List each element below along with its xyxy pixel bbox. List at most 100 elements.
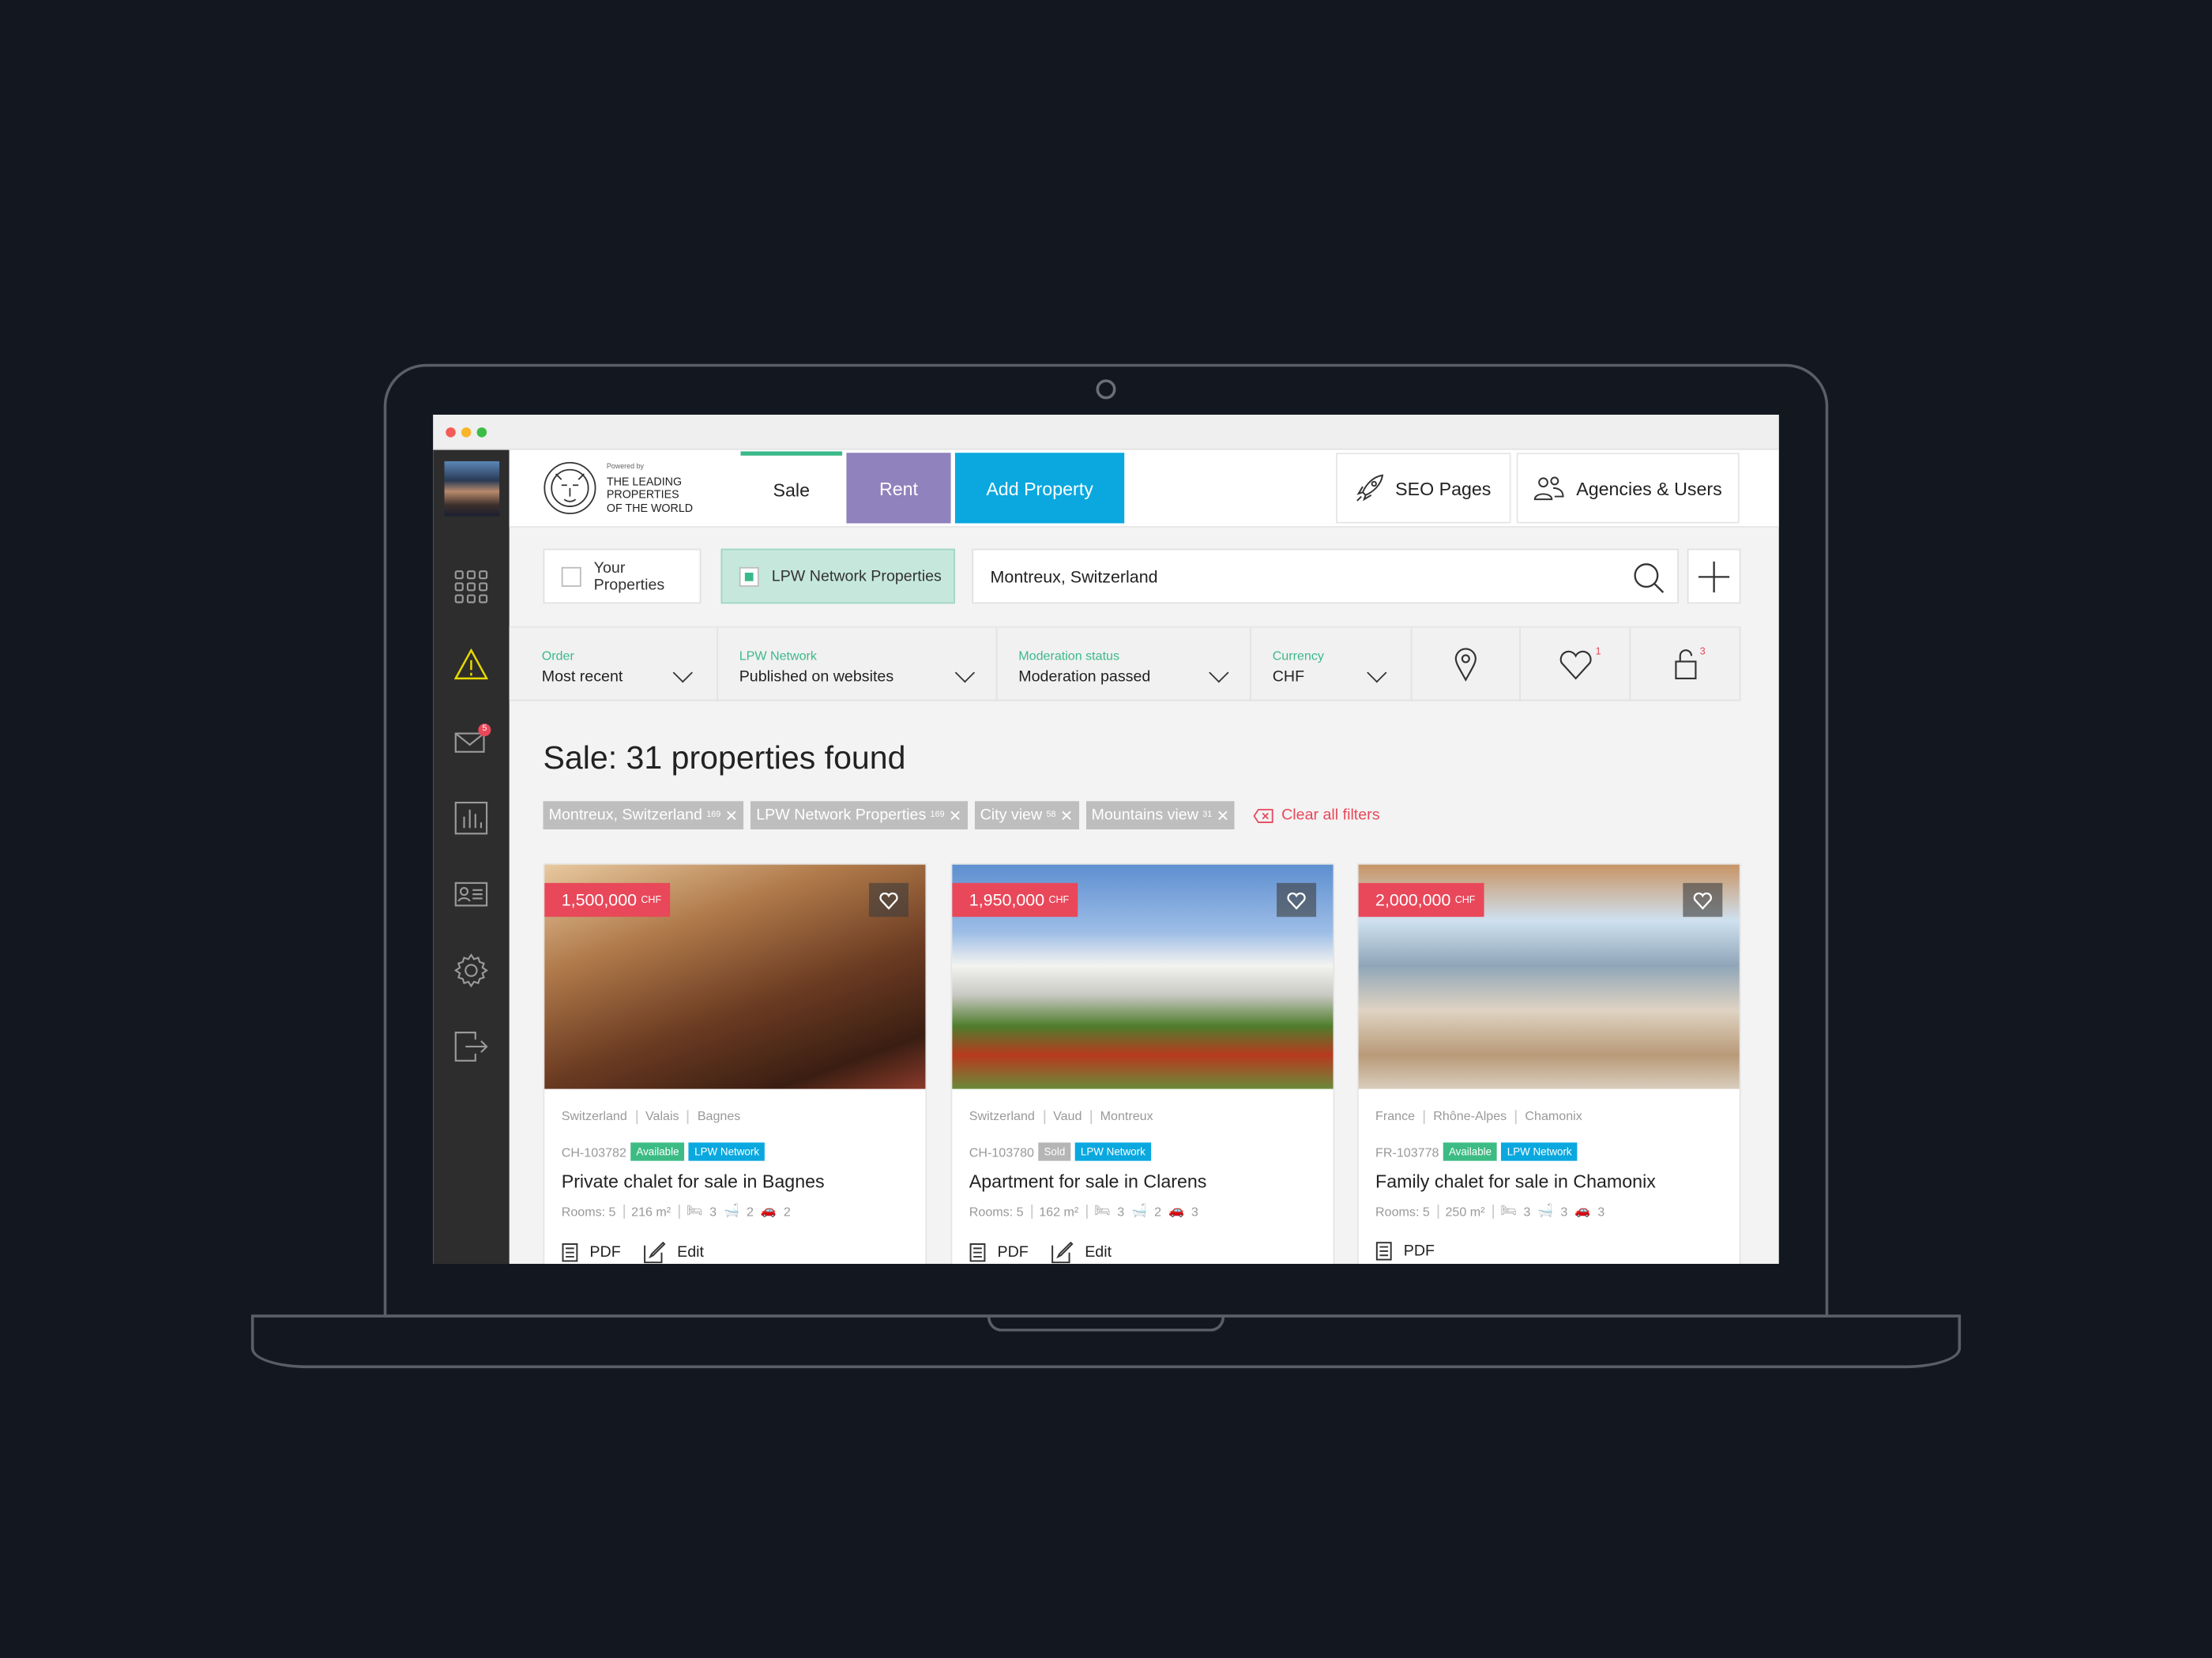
filter-chip[interactable]: Mountains view 31 ✕ bbox=[1085, 801, 1236, 829]
moderation-value: Moderation passed bbox=[1018, 668, 1151, 686]
filter-chip[interactable]: Montreux, Switzerland 169 ✕ bbox=[543, 801, 744, 829]
minimize-button[interactable] bbox=[461, 427, 472, 438]
title-bar bbox=[433, 414, 1779, 450]
pdf-icon bbox=[1375, 1242, 1392, 1261]
edit-icon bbox=[1051, 1241, 1074, 1264]
gear-icon[interactable] bbox=[453, 952, 489, 988]
bath-icon: 🛁 bbox=[724, 1203, 740, 1218]
order-label: Order bbox=[541, 649, 574, 664]
parking-icon: 🚗 bbox=[1574, 1203, 1591, 1218]
lpw-network-checkbox[interactable] bbox=[739, 566, 759, 586]
mail-badge: 5 bbox=[478, 724, 491, 737]
lpw-network-dropdown[interactable]: LPW Network Published on websites bbox=[718, 627, 998, 701]
heart-icon bbox=[1559, 650, 1591, 680]
add-filter-button[interactable] bbox=[1687, 548, 1741, 604]
chevron-down-icon bbox=[954, 663, 976, 683]
add-property-button[interactable]: Add Property bbox=[954, 453, 1125, 524]
logo-line: THE LEADING bbox=[606, 474, 683, 487]
pdf-button[interactable]: PDF bbox=[1375, 1241, 1435, 1261]
property-title[interactable]: Apartment for sale in Clarens bbox=[969, 1171, 1207, 1192]
loc2-text: Montreux bbox=[1100, 1108, 1153, 1123]
bed-icon: 🛏 bbox=[1500, 1203, 1517, 1218]
mail-icon[interactable]: 5 bbox=[453, 724, 491, 760]
price-badge: 1,500,000 CHF bbox=[544, 882, 670, 917]
stage: 5 Powered by THE LEADING PROPERTIES OF T… bbox=[0, 0, 2212, 1657]
logout-icon[interactable] bbox=[453, 1028, 489, 1065]
lpw-network-properties-toggle[interactable]: LPW Network Properties bbox=[720, 548, 955, 604]
your-properties-checkbox[interactable] bbox=[561, 566, 581, 586]
baths-text: 2 bbox=[746, 1204, 754, 1218]
chart-icon[interactable] bbox=[453, 799, 489, 836]
bath-icon: 🛁 bbox=[1131, 1203, 1148, 1218]
users-icon bbox=[1534, 476, 1565, 501]
locked-button[interactable]: 3 bbox=[1631, 627, 1741, 701]
price-text: 1,950,000 bbox=[969, 889, 1045, 910]
warning-icon[interactable] bbox=[453, 646, 489, 682]
filter-chip[interactable]: LPW Network Properties 169 ✕ bbox=[750, 801, 968, 829]
loc1-text: Valais bbox=[645, 1108, 679, 1123]
card-actions: PDF bbox=[1375, 1241, 1435, 1261]
card-actions: PDF Edit bbox=[562, 1241, 704, 1264]
your-properties-toggle[interactable]: Your Properties bbox=[543, 548, 702, 604]
maximize-button[interactable] bbox=[476, 427, 487, 438]
currency-text: CHF bbox=[1048, 895, 1070, 905]
price-badge: 1,950,000 CHF bbox=[952, 882, 1078, 917]
favorite-button[interactable] bbox=[1683, 882, 1723, 917]
favorites-count: 1 bbox=[1595, 647, 1601, 658]
agencies-users-button[interactable]: Agencies & Users bbox=[1516, 453, 1740, 524]
loc0-text: Switzerland bbox=[969, 1108, 1035, 1123]
order-dropdown[interactable]: Order Most recent bbox=[510, 627, 718, 701]
property-card[interactable]: 2,000,000 CHF France Rhône-Alpes Chamonix F… bbox=[1356, 863, 1741, 1264]
pdf-button[interactable]: PDF bbox=[969, 1241, 1029, 1264]
clear-all-filters-button[interactable]: Clear all filters bbox=[1253, 806, 1380, 824]
parking-icon: 🚗 bbox=[1168, 1203, 1184, 1218]
search-input[interactable]: Montreux, Switzerland bbox=[972, 548, 1679, 604]
property-title[interactable]: Private chalet for sale in Bagnes bbox=[562, 1171, 825, 1192]
favorite-button[interactable] bbox=[868, 882, 908, 917]
logo[interactable]: Powered by THE LEADING PROPERTIES OF THE… bbox=[542, 460, 693, 516]
chip-count: 58 bbox=[1046, 810, 1056, 820]
favorites-button[interactable]: 1 bbox=[1521, 627, 1631, 701]
property-title[interactable]: Family chalet for sale in Chamonix bbox=[1375, 1171, 1656, 1192]
search-value: Montreux, Switzerland bbox=[990, 566, 1158, 586]
chip-count: 31 bbox=[1202, 810, 1213, 820]
pdf-button[interactable]: PDF bbox=[562, 1241, 621, 1264]
location-breadcrumb: Switzerland Vaud Montreux bbox=[969, 1109, 1153, 1124]
favorite-button[interactable] bbox=[1277, 882, 1317, 917]
edit-button[interactable]: Edit bbox=[1051, 1241, 1112, 1264]
price-text: 1,500,000 bbox=[561, 889, 638, 910]
moderation-status-dropdown[interactable]: Moderation status Moderation passed bbox=[997, 627, 1251, 701]
grid-icon[interactable] bbox=[453, 569, 489, 605]
price-badge: 2,000,000 CHF bbox=[1358, 882, 1484, 917]
search-icon[interactable] bbox=[1632, 562, 1666, 596]
card-actions: PDF Edit bbox=[969, 1241, 1112, 1264]
property-ref-row: FR-103778 Available LPW Network bbox=[1375, 1142, 1578, 1161]
close-icon[interactable]: ✕ bbox=[949, 806, 961, 824]
heart-icon bbox=[1693, 891, 1712, 909]
property-card[interactable]: 1,950,000 CHF Switzerland Vaud Montreux CH-… bbox=[950, 863, 1335, 1264]
agencies-users-label: Agencies & Users bbox=[1576, 477, 1722, 499]
chip-count: 169 bbox=[706, 810, 721, 820]
seo-pages-button[interactable]: SEO Pages bbox=[1336, 453, 1511, 524]
tab-sale[interactable]: Sale bbox=[740, 451, 843, 525]
close-icon[interactable]: ✕ bbox=[1217, 806, 1229, 824]
property-ref-row: CH-103780 Sold LPW Network bbox=[969, 1142, 1151, 1161]
contact-card-icon[interactable] bbox=[453, 876, 489, 912]
map-view-button[interactable] bbox=[1412, 627, 1521, 701]
close-button[interactable] bbox=[446, 427, 456, 438]
filter-chip[interactable]: City view 58 ✕ bbox=[974, 801, 1079, 829]
property-specs: Rooms: 5 162 m² 🛏 3 🛁 2 🚗 3 bbox=[969, 1203, 1198, 1219]
area-text: 250 m² bbox=[1445, 1204, 1485, 1218]
ref-number: FR-103778 bbox=[1375, 1145, 1439, 1159]
chip-label: City view bbox=[980, 806, 1043, 824]
currency-dropdown[interactable]: Currency CHF bbox=[1251, 627, 1413, 701]
close-icon[interactable]: ✕ bbox=[1060, 806, 1073, 824]
property-card[interactable]: 1,500,000 CHF Switzerland Valais Bagnes CH-… bbox=[543, 863, 927, 1264]
tab-rent[interactable]: Rent bbox=[846, 453, 951, 524]
edit-button[interactable]: Edit bbox=[643, 1241, 704, 1264]
avatar[interactable] bbox=[444, 461, 500, 517]
logo-powered: Powered by bbox=[606, 462, 645, 472]
edit-icon bbox=[644, 1241, 666, 1264]
loc1-text: Vaud bbox=[1053, 1108, 1082, 1123]
close-icon[interactable]: ✕ bbox=[725, 806, 738, 824]
